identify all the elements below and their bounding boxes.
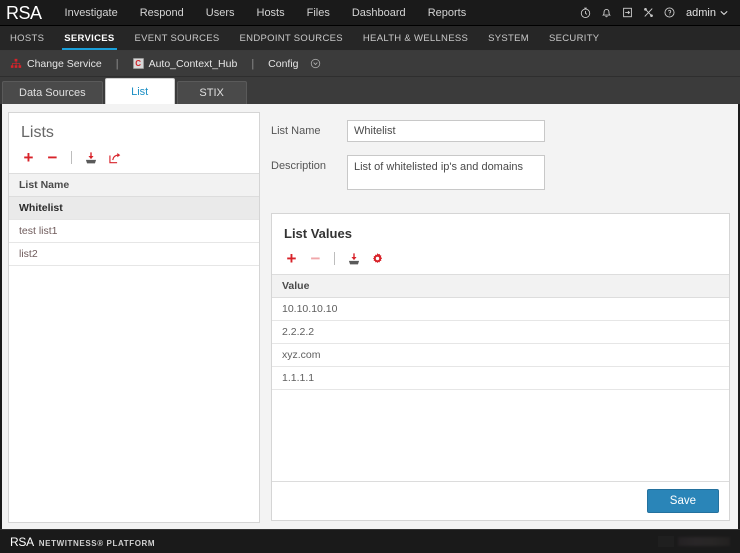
subnav-item-services[interactable]: SERVICES [54, 26, 124, 50]
lists-grid-body: Whitelist test list1 list2 [9, 197, 259, 522]
nav-item-reports[interactable]: Reports [417, 2, 478, 24]
remove-list-icon[interactable]: − [45, 148, 60, 167]
service-breadcrumb-bar: Change Service | C Auto_Context_Hub | Co… [0, 51, 740, 77]
config-tabstrip: Data Sources List STIX [0, 77, 740, 104]
breadcrumb-separator-1: | [115, 57, 119, 70]
list-name-input[interactable] [347, 120, 545, 142]
export-list-icon[interactable] [107, 150, 122, 165]
remove-list-glyph: − [47, 148, 58, 167]
main-content-area: Lists + − List Name Whitelist test list1… [0, 104, 740, 529]
lists-toolbar: + − [9, 143, 259, 173]
subnav-item-security[interactable]: SECURITY [539, 26, 609, 50]
add-list-glyph: + [23, 148, 34, 167]
footer-status-area [658, 536, 730, 547]
subnav-item-endpoint-sources[interactable]: ENDPOINT SOURCES [230, 26, 353, 50]
header-utility-icons: admin [575, 2, 732, 24]
values-toolbar: + − [272, 244, 729, 274]
footer-status-block [658, 536, 674, 547]
value-row-4[interactable]: 1.1.1.1 [272, 367, 729, 390]
lists-column-header: List Name [9, 173, 259, 197]
application-window: RSA Investigate Respond Users Hosts File… [0, 0, 740, 553]
concentrator-chip-icon: C [132, 58, 144, 69]
description-input[interactable] [347, 155, 545, 190]
value-row-1[interactable]: 10.10.10.10 [272, 298, 729, 321]
rsa-logo: RSA [6, 2, 42, 23]
user-menu[interactable]: admin [680, 7, 732, 19]
network-nodes-icon [10, 58, 22, 68]
import-values-icon[interactable] [346, 251, 361, 266]
toolbar-divider [71, 151, 72, 164]
subnav-item-hosts[interactable]: HOSTS [0, 26, 54, 50]
config-dropdown[interactable]: Config [268, 58, 320, 70]
footer-status-text [678, 537, 730, 546]
add-list-icon[interactable]: + [21, 148, 36, 167]
footer-bar: RSA NETWITNESS® PLATFORM [0, 529, 740, 553]
footer-product-name: NETWITNESS® PLATFORM [38, 538, 156, 548]
settings-icon[interactable] [370, 251, 385, 266]
lists-panel-header: Lists [9, 113, 259, 143]
service-name-label: Auto_Context_Hub [148, 57, 238, 70]
breadcrumb-separator-2: | [251, 57, 255, 70]
values-panel-title: List Values [284, 226, 352, 241]
remove-value-glyph: − [310, 249, 321, 268]
values-panel-footer: Save [272, 482, 729, 520]
add-value-glyph: + [286, 249, 297, 268]
service-name-button[interactable]: C Auto_Context_Hub [132, 57, 238, 70]
main-navigation: Investigate Respond Users Hosts Files Da… [54, 2, 478, 24]
config-caret-icon [310, 58, 321, 69]
admin-subnavigation: HOSTS SERVICES EVENT SOURCES ENDPOINT SO… [0, 26, 740, 51]
change-service-label: Change Service [27, 57, 102, 70]
shortcuts-icon[interactable] [638, 2, 659, 24]
user-menu-label: admin [686, 6, 716, 19]
save-button[interactable]: Save [646, 489, 719, 513]
values-column-header: Value [272, 274, 729, 298]
footer-branding: RSA NETWITNESS® PLATFORM [10, 535, 155, 549]
remove-value-icon[interactable]: − [308, 249, 323, 268]
nav-item-dashboard[interactable]: Dashboard [341, 2, 417, 24]
subnav-item-system[interactable]: SYSTEM [478, 26, 539, 50]
tab-stix[interactable]: STIX [176, 81, 247, 104]
list-row-whitelist[interactable]: Whitelist [9, 197, 259, 220]
tab-data-sources[interactable]: Data Sources [2, 81, 103, 104]
lists-panel-title: Lists [21, 124, 54, 141]
nav-item-files[interactable]: Files [296, 2, 341, 24]
nav-item-investigate[interactable]: Investigate [54, 2, 129, 24]
help-icon[interactable] [659, 2, 680, 24]
value-row-3[interactable]: xyz.com [272, 344, 729, 367]
description-row: Description [271, 155, 728, 190]
config-label: Config [268, 57, 299, 70]
value-row-2[interactable]: 2.2.2.2 [272, 321, 729, 344]
add-value-icon[interactable]: + [284, 249, 299, 268]
values-toolbar-divider [334, 252, 335, 265]
list-row-test-list1[interactable]: test list1 [9, 220, 259, 243]
top-header-bar: RSA Investigate Respond Users Hosts File… [0, 0, 740, 26]
change-service-button[interactable]: Change Service [10, 58, 102, 70]
description-label: Description [271, 160, 327, 172]
footer-rsa-logo: RSA [10, 534, 34, 549]
bell-icon[interactable] [596, 2, 617, 24]
list-name-row: List Name [271, 120, 728, 142]
list-values-panel: List Values + − Value 10.10.10.10 2.2.2.… [271, 213, 730, 521]
list-detail-column: List Name Description List Values + [267, 112, 732, 523]
values-panel-header: List Values [272, 214, 729, 244]
subnav-item-event-sources[interactable]: EVENT SOURCES [125, 26, 230, 50]
list-name-label: List Name [271, 125, 321, 137]
nav-item-users[interactable]: Users [195, 2, 246, 24]
nav-item-hosts[interactable]: Hosts [246, 2, 296, 24]
list-detail-form: List Name Description [267, 112, 732, 213]
lists-panel: Lists + − List Name Whitelist test list1… [8, 112, 260, 523]
tab-list[interactable]: List [104, 78, 175, 104]
nav-item-respond[interactable]: Respond [129, 2, 195, 24]
subnav-item-health-wellness[interactable]: HEALTH & WELLNESS [353, 26, 478, 50]
chevron-down-icon [720, 10, 728, 15]
import-list-icon[interactable] [83, 150, 98, 165]
timer-icon[interactable] [575, 2, 596, 24]
values-grid-body: 10.10.10.10 2.2.2.2 xyz.com 1.1.1.1 [272, 298, 729, 482]
list-row-list2[interactable]: list2 [9, 243, 259, 266]
tasks-icon[interactable] [617, 2, 638, 24]
